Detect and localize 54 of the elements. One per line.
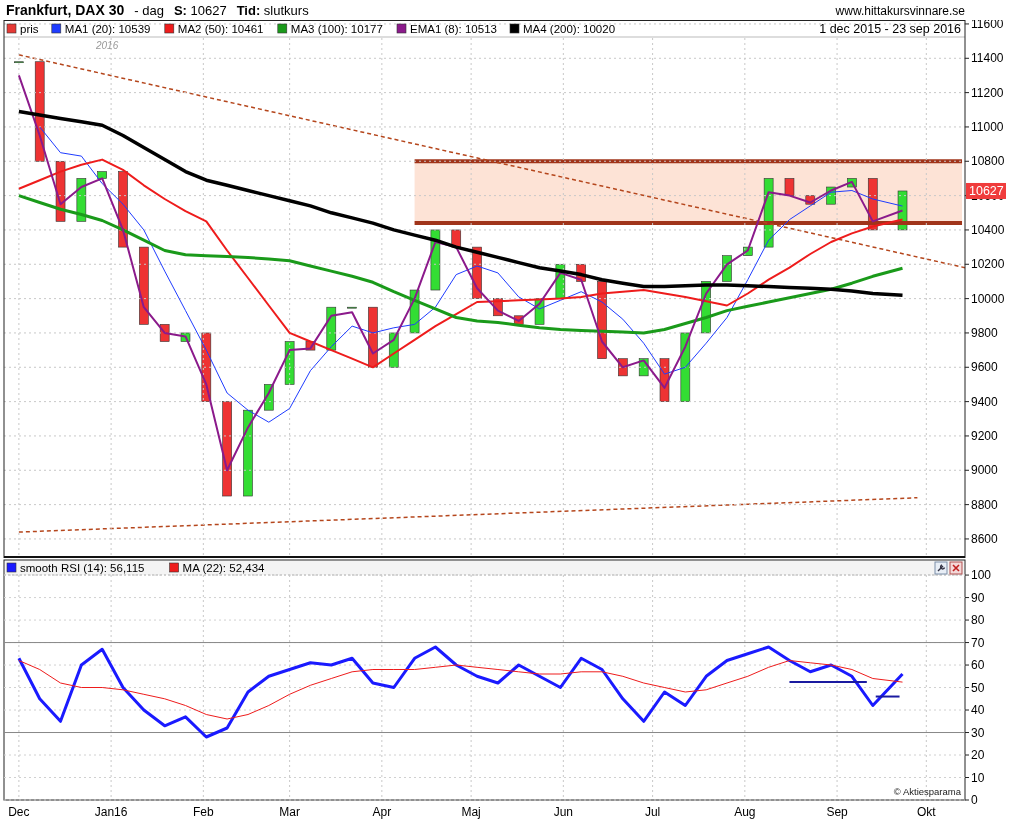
axis-label: Maj [461, 805, 481, 819]
axis-label: 9000 [971, 463, 998, 478]
axis-label: Mar [279, 805, 300, 819]
legend-label: pris [20, 23, 39, 35]
axis-label: 11400 [971, 51, 1004, 66]
axis-label: 11200 [971, 85, 1004, 100]
axis-label: Sep [826, 805, 848, 819]
price-label: S: 10627 [173, 3, 227, 18]
legend-label: EMA1 (8): 10513 [410, 23, 497, 35]
axis-label: Okt [917, 805, 936, 819]
legend-label: smooth RSI (14): 56,115 [20, 562, 145, 574]
copyright-label: © Aktiesparama [893, 786, 961, 797]
axis-label: 10200 [971, 257, 1005, 272]
axis-label: 11000 [971, 119, 1004, 134]
axis-label: 9600 [971, 360, 998, 375]
legend-label: MA1 (20): 10539 [64, 23, 151, 35]
year-label: 2016 [96, 40, 119, 51]
axis-label: 8600 [971, 531, 998, 546]
axis-label: 70 [971, 635, 985, 650]
legend-label: MA4 (200): 10020 [523, 23, 616, 35]
axis-label: 80 [971, 613, 985, 628]
axis-label: 100 [971, 568, 992, 583]
axis-label: Apr [372, 805, 392, 819]
axis-label: 9800 [971, 325, 998, 340]
mode-label: Tid: slutkurs [236, 3, 309, 18]
axis-label: Feb [193, 805, 214, 819]
axis-label: 0 [971, 793, 978, 807]
axis-label: 60 [971, 658, 985, 673]
axis-label: 30 [971, 725, 985, 740]
axis-label: 10800 [971, 154, 1005, 169]
website-label: www.hittakursvinnare.se [835, 4, 965, 18]
date-range: 1 dec 2015 - 23 sep 2016 [819, 22, 961, 36]
axis-label: Jun [553, 805, 573, 819]
axis-label: 10000 [971, 291, 1005, 306]
axis-label: Jul [644, 805, 661, 819]
legend-label: MA2 (50): 10461 [177, 23, 264, 35]
axis-label: 8800 [971, 497, 998, 512]
axis-label: 9400 [971, 394, 998, 409]
axis-label: 10400 [971, 222, 1005, 237]
axis-label: 11600 [971, 20, 1004, 31]
legend-label: MA3 (100): 10177 [290, 23, 383, 35]
axis-label: 20 [971, 748, 985, 762]
last-price-tag: 10627 [966, 183, 1006, 199]
axis-label: 9200 [971, 428, 998, 443]
axis-label: Dec [8, 805, 30, 819]
axis-label: 90 [971, 590, 985, 605]
axis-label: 40 [971, 703, 985, 718]
period-label: - dag [134, 3, 164, 18]
axis-label: 10 [971, 770, 985, 785]
axis-label: Jan16 [94, 805, 128, 819]
legend-label: MA (22): 52,434 [182, 562, 265, 574]
axis-label: Aug [734, 805, 756, 819]
chart-title: Frankfurt, DAX 30 [6, 2, 125, 18]
axis-label: 50 [971, 680, 985, 695]
